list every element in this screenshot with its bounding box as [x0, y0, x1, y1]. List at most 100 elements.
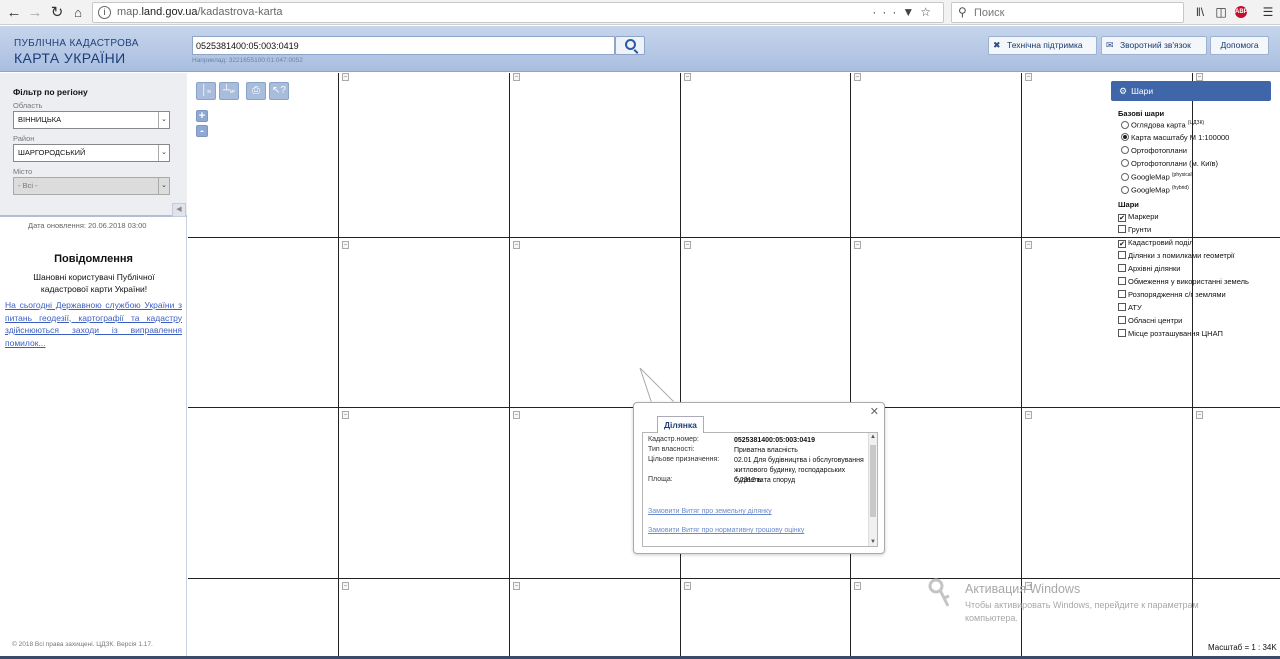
feedback-button[interactable]: ✉ Зворотний зв'язок: [1101, 36, 1207, 55]
layer-option[interactable]: Обмеження у використанні земель: [1118, 277, 1249, 286]
tile-border: [680, 73, 681, 659]
measure-length-button[interactable]: │м: [196, 82, 216, 100]
pocket-icon[interactable]: ▼: [902, 5, 920, 19]
oblast-select[interactable]: ВІННИЦЬКА ⌄: [13, 111, 170, 129]
checkbox[interactable]: [1118, 316, 1126, 324]
layer-option[interactable]: Місце розташування ЦНАП: [1118, 329, 1223, 338]
base-layer-option[interactable]: GoogleMap (physical): [1121, 172, 1193, 182]
home-icon[interactable]: ⌂: [68, 3, 88, 22]
order-valuation-link[interactable]: Замовити Витяг про нормативну грошову оц…: [648, 527, 804, 534]
checkbox[interactable]: [1118, 290, 1126, 298]
help-button[interactable]: Допомога: [1210, 36, 1269, 55]
chevron-down-icon[interactable]: ▼: [870, 539, 876, 545]
sidebar-toggle-icon[interactable]: ◫: [1213, 4, 1229, 20]
checkbox[interactable]: [1118, 225, 1126, 233]
layer-option[interactable]: ✔ Маркери: [1118, 212, 1159, 222]
base-layer-option[interactable]: Ортофотоплани: [1121, 146, 1187, 155]
layer-label: Розпорядження с/г землями: [1128, 290, 1226, 299]
popup-scrollbar[interactable]: ▲ ▼: [868, 433, 877, 546]
radio-button[interactable]: [1121, 146, 1129, 154]
tab-parcel[interactable]: Ділянка: [657, 416, 704, 433]
broken-image-icon: [684, 241, 691, 249]
library-icon[interactable]: ‖\: [1192, 4, 1208, 20]
zoom-out-button[interactable]: -: [196, 125, 208, 137]
layer-label: Обласні центри: [1128, 316, 1183, 325]
checkbox[interactable]: [1118, 277, 1126, 285]
checkbox[interactable]: [1118, 329, 1126, 337]
copyright: © 2018 Всі права захищені. ЦДЗК. Версія …: [12, 641, 153, 648]
identify-button[interactable]: ↖?: [269, 82, 289, 100]
measure-area-button[interactable]: ┴м²: [219, 82, 239, 100]
zoom-in-button[interactable]: +: [196, 110, 208, 122]
base-layer-option[interactable]: Ортофотоплани (м. Київ): [1121, 159, 1218, 168]
rayon-select[interactable]: ШАРГОРОДСЬКИЙ ⌄: [13, 144, 170, 162]
tile-border: [509, 73, 510, 659]
layer-label: Грунти: [1128, 225, 1152, 234]
info-icon[interactable]: i: [98, 6, 111, 19]
layer-label: Обмеження у використанні земель: [1128, 277, 1249, 286]
logo-line-1: ПУБЛІЧНА КАДАСТРОВА: [14, 38, 139, 49]
broken-image-icon: [513, 73, 520, 81]
scrollbar-thumb[interactable]: [870, 445, 876, 517]
reload-icon[interactable]: ↻: [47, 3, 67, 22]
parcel-field-label: Площа:: [648, 476, 673, 483]
activation-title: Активация Windows: [965, 582, 1081, 596]
radio-button[interactable]: [1121, 133, 1129, 141]
radio-button[interactable]: [1121, 120, 1129, 129]
layer-label: Кадастровий поділ: [1128, 238, 1194, 247]
base-layer-label: Оглядова карта: [1131, 120, 1186, 130]
layer-option[interactable]: Обласні центри: [1118, 316, 1182, 325]
radio-button[interactable]: [1121, 159, 1129, 167]
checkbox[interactable]: [1118, 264, 1126, 272]
order-extract-link[interactable]: Замовити Витяг про земельну ділянку: [648, 508, 772, 515]
adblock-icon[interactable]: ABP: [1235, 6, 1248, 18]
cadastral-search-input[interactable]: [192, 36, 615, 55]
close-icon[interactable]: ✕: [870, 405, 879, 418]
print-button[interactable]: ⎙: [246, 82, 266, 100]
tile-border: [338, 73, 339, 659]
base-layer-option[interactable]: GoogleMap (hybrid): [1121, 185, 1189, 195]
layers-header[interactable]: ⚙ Шари: [1111, 81, 1271, 101]
layer-option[interactable]: АТУ: [1118, 303, 1142, 312]
notice-link[interactable]: На сьогодні Державною службою України з …: [5, 299, 182, 349]
broken-image-icon: [513, 582, 520, 590]
forward-icon[interactable]: →: [25, 3, 45, 22]
url-bar[interactable]: i map.land.gov.ua/kadastrova-karta ···▼☆: [92, 2, 944, 23]
browser-search-input[interactable]: ⚲ Поиск: [951, 2, 1184, 23]
checkbox[interactable]: ✔: [1118, 240, 1126, 248]
collapse-sidebar-button[interactable]: ◀: [172, 203, 186, 217]
map-canvas[interactable]: │м ┴м² ⎙ ↖? + -: [188, 73, 1280, 659]
radio-button[interactable]: [1121, 172, 1129, 181]
chevron-down-icon: ⌄: [158, 178, 169, 194]
city-value: - Всі -: [18, 181, 38, 190]
search-button[interactable]: [615, 36, 645, 55]
layers-panel: ⚙ Шари Базові шари Оглядова карта (ЦДЗК) К…: [1111, 81, 1271, 338]
layer-option[interactable]: Грунти: [1118, 225, 1151, 234]
checkbox[interactable]: [1118, 251, 1126, 259]
radio-button[interactable]: [1121, 185, 1129, 194]
broken-image-icon: [342, 241, 349, 249]
bookmark-star-icon[interactable]: ☆: [920, 5, 937, 19]
broken-image-icon: [342, 73, 349, 81]
checkbox[interactable]: [1118, 303, 1126, 311]
base-layer-source: (hybrid): [1171, 185, 1189, 191]
base-layer-option[interactable]: Оглядова карта (ЦДЗК): [1121, 120, 1204, 130]
layer-option[interactable]: Розпорядження с/г землями: [1118, 290, 1226, 299]
broken-image-icon: [513, 241, 520, 249]
tile-border: [188, 237, 1280, 238]
support-button[interactable]: ✖ Технічна підтримка: [988, 36, 1097, 55]
sidebar: Фільтр по регіону Область ВІННИЦЬКА ⌄ Рай…: [0, 73, 187, 659]
chevron-up-icon[interactable]: ▲: [870, 434, 876, 440]
tools-icon: ✖: [993, 40, 1001, 50]
base-layer-source: (physical): [1171, 172, 1194, 178]
city-select[interactable]: - Всі - ⌄: [13, 177, 170, 195]
menu-icon[interactable]: ☰: [1260, 4, 1276, 20]
layer-option[interactable]: Ділянки з помилками геометрії: [1118, 251, 1235, 260]
more-icon[interactable]: ···: [872, 5, 902, 19]
back-icon[interactable]: ←: [4, 3, 24, 22]
layer-option[interactable]: ✔ Кадастровий поділ: [1118, 238, 1194, 248]
search-icon: ⚲: [958, 5, 967, 19]
layer-option[interactable]: Архівні ділянки: [1118, 264, 1180, 273]
checkbox[interactable]: ✔: [1118, 214, 1126, 222]
base-layer-option[interactable]: Карта масштабу М 1:100000: [1121, 133, 1229, 142]
